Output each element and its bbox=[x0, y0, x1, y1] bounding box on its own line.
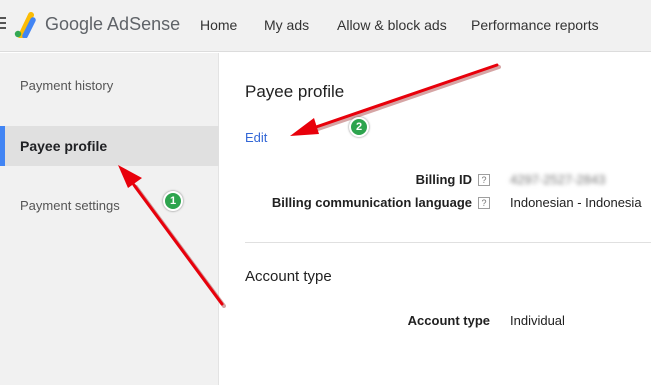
billing-language-label: Billing communication language bbox=[271, 195, 472, 210]
annotation-badge-1: 1 bbox=[163, 191, 183, 211]
account-type-value: Individual bbox=[510, 313, 565, 328]
sidebar-item-label: Payment history bbox=[20, 78, 114, 93]
section-divider bbox=[245, 242, 651, 243]
top-bar: Google AdSense Home My ads Allow & block… bbox=[0, 0, 651, 52]
sidebar-item-label: Payment settings bbox=[20, 198, 120, 213]
edit-link[interactable]: Edit bbox=[245, 130, 267, 145]
menu-icon[interactable] bbox=[0, 17, 6, 31]
brand-name: Google AdSense bbox=[45, 14, 181, 34]
nav-allow-block-ads[interactable]: Allow & block ads bbox=[337, 17, 447, 33]
help-icon[interactable]: ? bbox=[478, 174, 490, 186]
account-type-label: Account type bbox=[407, 313, 490, 328]
billing-language-value: Indonesian - Indonesia bbox=[510, 195, 642, 210]
sidebar-item-payment-settings[interactable]: Payment settings bbox=[0, 186, 219, 226]
sidebar-item-label: Payee profile bbox=[20, 138, 108, 154]
account-type-heading: Account type bbox=[245, 268, 332, 285]
sidebar-item-payee-profile[interactable]: Payee profile bbox=[0, 126, 219, 166]
sidebar: Payment history Payee profile Payment se… bbox=[0, 53, 219, 385]
nav-home[interactable]: Home bbox=[200, 17, 237, 33]
active-indicator bbox=[0, 126, 5, 166]
help-icon[interactable]: ? bbox=[478, 197, 490, 209]
billing-id-label: Billing ID bbox=[415, 172, 472, 187]
nav-my-ads[interactable]: My ads bbox=[264, 17, 309, 33]
page-title: Payee profile bbox=[245, 82, 345, 101]
billing-id-value: 4297-2527-2843 bbox=[510, 172, 606, 187]
sidebar-item-payment-history[interactable]: Payment history bbox=[0, 66, 219, 106]
annotation-badge-2: 2 bbox=[349, 117, 369, 137]
nav-performance-reports[interactable]: Performance reports bbox=[471, 17, 599, 33]
adsense-logo-icon bbox=[14, 12, 36, 38]
